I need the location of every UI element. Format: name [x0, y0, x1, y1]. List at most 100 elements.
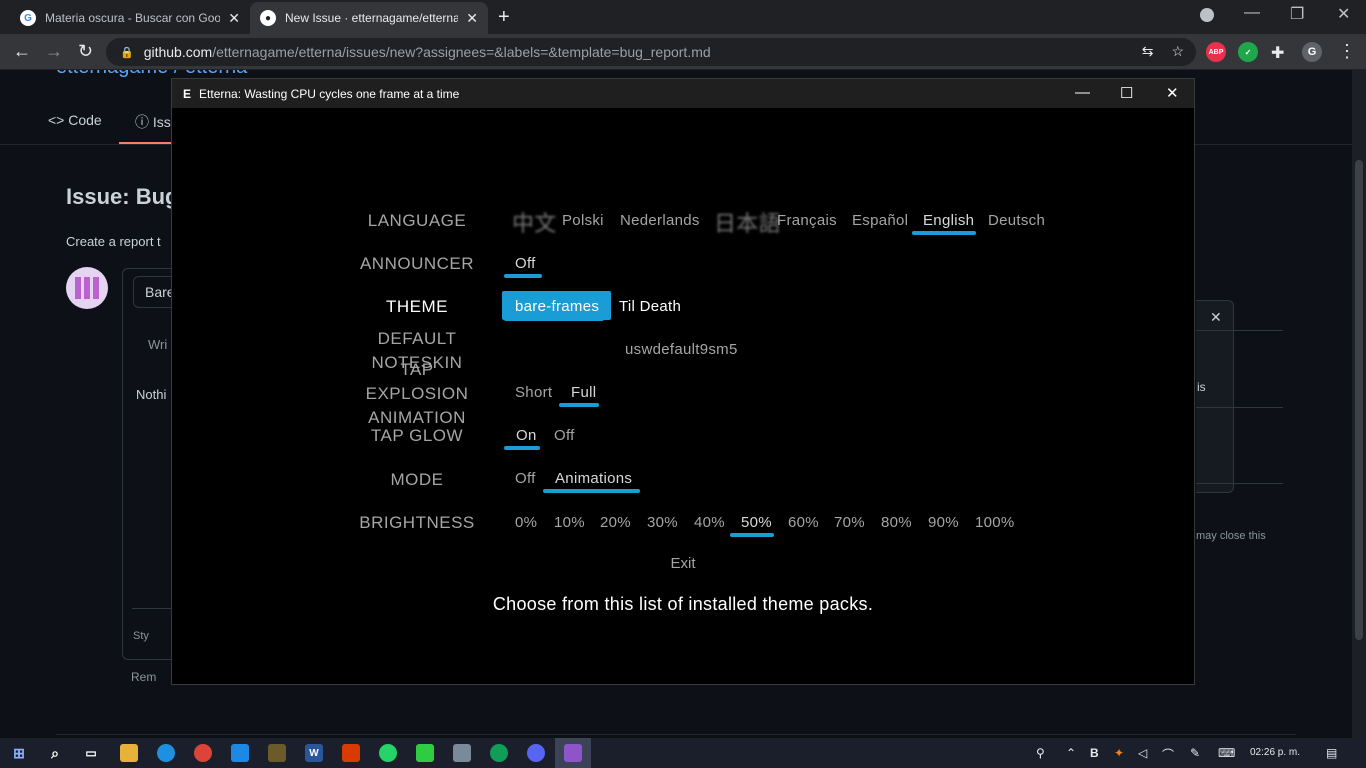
- profile-avatar[interactable]: G: [1302, 42, 1322, 62]
- etterna-minimize-button[interactable]: —: [1075, 84, 1090, 101]
- word-icon[interactable]: W: [305, 744, 323, 762]
- bookmark-star-icon[interactable]: ☆: [1171, 43, 1184, 60]
- reload-button[interactable]: ↻: [78, 41, 93, 62]
- etterna-title-bar[interactable]: E Etterna: Wasting CPU cycles one frame …: [172, 79, 1194, 108]
- noteskin-option-uswdefault9sm5[interactable]: uswdefault9sm5: [625, 341, 738, 358]
- close-window-button[interactable]: ✕: [1337, 4, 1350, 24]
- brightness-option-60[interactable]: 60%: [788, 514, 819, 531]
- pen-icon[interactable]: ✎: [1190, 746, 1200, 760]
- windows-start-icon[interactable]: ⊞: [10, 744, 28, 762]
- theme-option-bare-frames[interactable]: bare-frames: [515, 298, 599, 315]
- mode-option-animations[interactable]: Animations: [555, 470, 632, 487]
- page-scrollbar[interactable]: [1352, 70, 1366, 738]
- browser-tab-google[interactable]: G Materia oscura - Buscar con Goo ✕: [10, 2, 250, 34]
- keyboard-icon[interactable]: ⌨: [1218, 746, 1235, 760]
- close-tab-icon[interactable]: ✕: [466, 10, 478, 27]
- edge-icon[interactable]: [157, 744, 175, 762]
- back-button[interactable]: ←: [13, 41, 31, 62]
- tap-explosion-option-short[interactable]: Short: [515, 384, 552, 401]
- clock[interactable]: 02:26 p. m.: [1250, 747, 1300, 758]
- tab-issues[interactable]: ⓘ Iss: [135, 112, 171, 132]
- close-tab-icon[interactable]: ✕: [228, 10, 240, 27]
- checkmark-extension-icon[interactable]: ✓: [1238, 42, 1258, 62]
- brightness-option-10[interactable]: 10%: [554, 514, 585, 531]
- etterna-close-button[interactable]: ✕: [1166, 84, 1179, 102]
- language-selected-underline: [912, 231, 976, 235]
- tap-glow-option-on[interactable]: On: [516, 427, 537, 444]
- chrome-icon[interactable]: [194, 744, 212, 762]
- tap-glow-option-off[interactable]: Off: [554, 427, 575, 444]
- language-option-english[interactable]: English: [923, 212, 974, 229]
- brightness-option-90[interactable]: 90%: [928, 514, 959, 531]
- brightness-option-20[interactable]: 20%: [600, 514, 631, 531]
- mode-option-off[interactable]: Off: [515, 470, 536, 487]
- brightness-option-0[interactable]: 0%: [515, 514, 537, 531]
- close-icon[interactable]: ✕: [1210, 309, 1222, 326]
- new-tab-button[interactable]: +: [498, 6, 510, 29]
- people-icon[interactable]: ⚲: [1036, 746, 1045, 760]
- etterna-maximize-button[interactable]: ☐: [1120, 84, 1133, 102]
- options-screen: LANGUAGE 中文 Polski Nederlands 日本語 França…: [172, 108, 1194, 684]
- translate-icon[interactable]: ⇆: [1142, 43, 1154, 60]
- task-view-icon[interactable]: ▭: [82, 744, 100, 762]
- brightness-option-50[interactable]: 50%: [741, 514, 772, 531]
- option-label-theme: THEME: [386, 297, 448, 316]
- browser-toolbar: ← → ↻ 🔒 github.com/etternagame/etterna/i…: [0, 34, 1366, 70]
- browser-menu-icon[interactable]: ⋮: [1338, 41, 1356, 62]
- office-icon[interactable]: [342, 744, 360, 762]
- brightness-option-100[interactable]: 100%: [975, 514, 1015, 531]
- tab-write[interactable]: Wri: [148, 337, 167, 352]
- chrome-profile-icon[interactable]: [490, 744, 508, 762]
- mail-icon[interactable]: [231, 744, 249, 762]
- discord-icon[interactable]: [527, 744, 545, 762]
- tab-code[interactable]: <> Code: [48, 112, 102, 128]
- brightness-option-80[interactable]: 80%: [881, 514, 912, 531]
- adblock-plus-icon[interactable]: ABP: [1206, 42, 1226, 62]
- minimize-button[interactable]: —: [1244, 4, 1260, 22]
- page-title: Issue: Bug: [66, 184, 179, 209]
- tap-explosion-option-full[interactable]: Full: [571, 384, 596, 401]
- exit-button[interactable]: Exit: [172, 555, 1194, 572]
- markdown-styling-hint[interactable]: Sty: [133, 630, 149, 642]
- tray-expand-icon[interactable]: ⌃: [1066, 746, 1076, 760]
- avast-icon[interactable]: ✦: [1114, 746, 1124, 760]
- language-option-polski[interactable]: Polski: [562, 212, 604, 229]
- announcer-option-off[interactable]: Off: [515, 255, 536, 272]
- browser-tab-github[interactable]: ● New Issue · etternagame/etterna ✕: [250, 2, 488, 34]
- notification-icon[interactable]: ▤: [1326, 746, 1337, 760]
- theme-option-til-death[interactable]: Til Death: [619, 298, 681, 315]
- language-option-espanol[interactable]: Español: [852, 212, 908, 229]
- app-icon[interactable]: [268, 744, 286, 762]
- language-option-japanese[interactable]: 日本語: [714, 206, 781, 238]
- etterna-window: E Etterna: Wasting CPU cycles one frame …: [171, 78, 1195, 685]
- forward-button[interactable]: →: [45, 41, 63, 62]
- photos-icon[interactable]: [453, 744, 471, 762]
- option-label-brightness: BRIGHTNESS: [359, 513, 475, 532]
- language-option-francais[interactable]: Français: [777, 212, 837, 229]
- extensions-puzzle-icon[interactable]: ✚: [1271, 43, 1284, 63]
- tap-explosion-selected-underline: [559, 403, 599, 407]
- language-option-chinese[interactable]: 中文: [512, 206, 557, 238]
- search-icon[interactable]: ⌕: [46, 744, 64, 762]
- tray-app-icon[interactable]: B: [1090, 746, 1099, 760]
- brightness-option-70[interactable]: 70%: [834, 514, 865, 531]
- spotify-icon[interactable]: [416, 744, 434, 762]
- form-divider: [132, 608, 172, 609]
- language-option-nederlands[interactable]: Nederlands: [620, 212, 700, 229]
- restore-button[interactable]: ❐: [1290, 4, 1304, 24]
- browser-tab-bar: G Materia oscura - Buscar con Goo ✕ ● Ne…: [0, 0, 1366, 34]
- issue-body-text[interactable]: Nothi: [136, 387, 166, 402]
- network-icon[interactable]: ⌒: [1162, 746, 1174, 763]
- brightness-option-30[interactable]: 30%: [647, 514, 678, 531]
- avatar[interactable]: [66, 267, 108, 309]
- etterna-taskbar-icon[interactable]: [564, 744, 582, 762]
- language-option-deutsch[interactable]: Deutsch: [988, 212, 1045, 229]
- volume-icon[interactable]: ◁: [1138, 746, 1147, 760]
- etterna-window-title: Etterna: Wasting CPU cycles one frame at…: [199, 86, 460, 101]
- file-explorer-icon[interactable]: [120, 744, 138, 762]
- brightness-option-40[interactable]: 40%: [694, 514, 725, 531]
- profile-dropdown-icon[interactable]: [1200, 8, 1214, 22]
- whatsapp-icon[interactable]: [379, 744, 397, 762]
- address-bar[interactable]: 🔒 github.com/etternagame/etterna/issues/…: [106, 38, 1196, 66]
- scrollbar-thumb[interactable]: [1355, 160, 1363, 640]
